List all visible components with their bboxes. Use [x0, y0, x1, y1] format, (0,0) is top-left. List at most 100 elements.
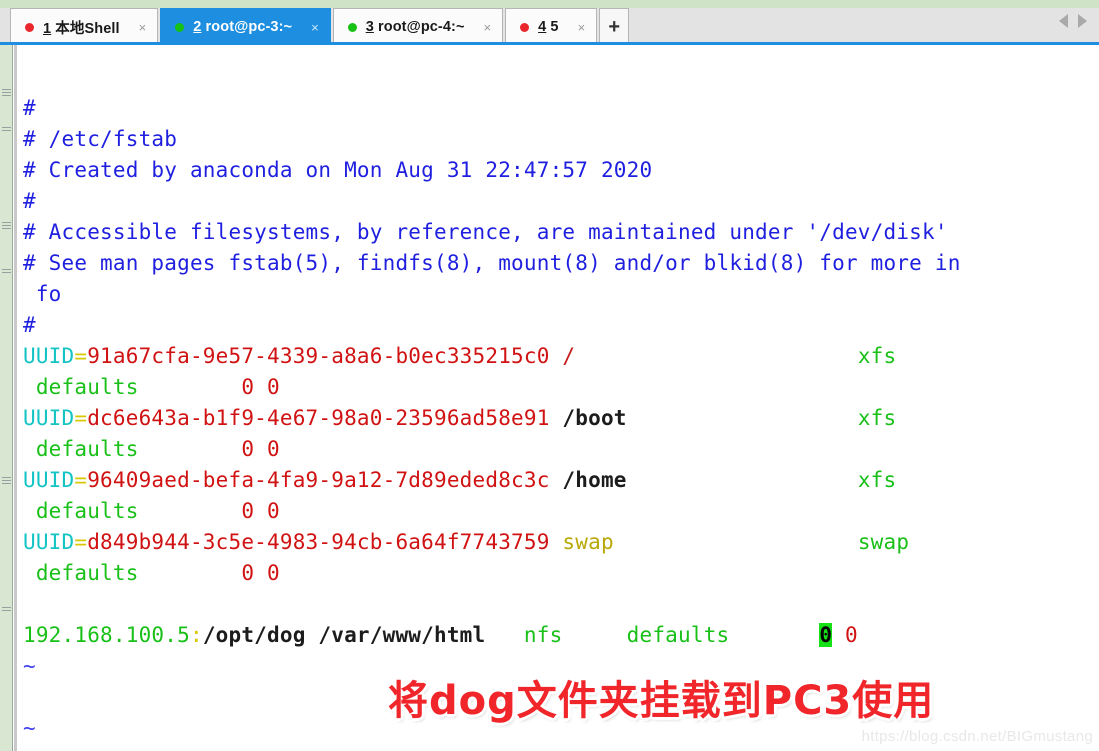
terminal-text-span — [562, 623, 626, 647]
terminal-text-span: ~ — [23, 716, 36, 740]
terminal-text-span: xfs — [857, 406, 897, 430]
tab-1[interactable]: 1 本地Shell × — [10, 8, 159, 45]
terminal-text-span: swap — [857, 530, 910, 554]
tab-close-icon[interactable]: × — [308, 21, 322, 34]
chevron-right-icon[interactable] — [1078, 14, 1087, 28]
terminal-text-span — [614, 530, 858, 554]
sidebar-glyph-icon — [1, 605, 12, 616]
terminal-text-span: # /etc/fstab — [23, 127, 178, 151]
app-window: 1 本地Shell × 2 root@pc-3:~ × 3 root@pc-4:~ × 4 … — [0, 0, 1099, 751]
terminal-text-span — [550, 468, 563, 492]
terminal-text-span: UUID — [23, 468, 75, 492]
terminal-pane[interactable]: # # /etc/fstab # Created by anaconda on Mo… — [14, 45, 1099, 751]
terminal-text-span — [550, 406, 563, 430]
terminal-line: defaults 0 0 — [23, 372, 1099, 403]
terminal-text-span — [627, 468, 858, 492]
terminal-text-span: xfs — [857, 344, 897, 368]
terminal-text-span: defaults — [626, 623, 730, 647]
terminal-text-span: 91a67cfa-9e57-4339-a8a6-b0ec335215c0 — [87, 344, 550, 368]
terminal-text-span: UUID — [23, 530, 75, 554]
terminal-text-span: 0 0 — [241, 561, 280, 585]
terminal-text-span — [139, 375, 242, 399]
terminal-text-span: 0 0 — [241, 499, 280, 523]
terminal-text-area[interactable]: # # /etc/fstab # Created by anaconda on Mo… — [23, 93, 1099, 751]
terminal-text-span — [550, 344, 563, 368]
terminal-text-span — [627, 406, 858, 430]
terminal-text-span — [485, 623, 524, 647]
terminal-line: # /etc/fstab — [23, 124, 1099, 155]
terminal-text-span — [575, 344, 858, 368]
terminal-text-span: # Accessible filesystems, by reference, … — [23, 220, 948, 244]
terminal-text-span: /home — [562, 468, 627, 492]
terminal-text-span: # — [23, 189, 36, 213]
tab-label: 4 5 — [538, 19, 559, 35]
terminal-text-span: nfs — [523, 623, 563, 647]
terminal-text-span — [729, 623, 819, 647]
terminal-text-span: dc6e643a-b1f9-4e67-98a0-23596ad58e91 — [87, 406, 550, 430]
tab-bar-top-fill — [0, 0, 1099, 8]
sidebar-glyph-icon — [1, 220, 12, 231]
terminal-text-span: 192.168.100.5 — [23, 623, 190, 647]
terminal-line: UUID=96409aed-befa-4fa9-9a12-7d89eded8c3… — [23, 465, 1099, 496]
terminal-text-span: /boot — [562, 406, 627, 430]
terminal-text-span: # — [23, 96, 36, 120]
terminal-line: defaults 0 0 — [23, 558, 1099, 589]
terminal-text-span — [306, 623, 319, 647]
terminal-text-span — [139, 437, 242, 461]
terminal-line: # See man pages fstab(5), findfs(8), mou… — [23, 248, 1099, 279]
terminal-line: # — [23, 93, 1099, 124]
terminal-text-span: defaults — [35, 375, 139, 399]
tab-status-dot — [175, 22, 185, 32]
tab-4[interactable]: 4 5 × — [505, 8, 598, 45]
tab-list: 1 本地Shell × 2 root@pc-3:~ × 3 root@pc-4:~ × 4 … — [10, 8, 630, 45]
terminal-text-span: defaults — [35, 561, 139, 585]
terminal-line: defaults 0 0 — [23, 434, 1099, 465]
terminal-text-span: defaults — [35, 499, 139, 523]
terminal-line: 192.168.100.5:/opt/dog /var/www/html nfs… — [23, 620, 1099, 651]
terminal-text-span: swap — [562, 530, 614, 554]
terminal-text-span: 96409aed-befa-4fa9-9a12-7d89eded8c3c — [87, 468, 550, 492]
terminal-text-span: UUID — [23, 344, 75, 368]
tab-close-icon[interactable]: × — [575, 21, 589, 34]
tab-label: 3 root@pc-4:~ — [365, 19, 465, 35]
terminal-line: defaults 0 0 — [23, 496, 1099, 527]
terminal-text-span: # — [23, 313, 36, 337]
terminal-text-span — [550, 530, 563, 554]
terminal-line: fo — [23, 279, 1099, 310]
tab-status-dot — [520, 22, 530, 32]
terminal-text-span: = — [74, 530, 88, 554]
terminal-text-span: xfs — [857, 468, 897, 492]
terminal-text-span — [139, 499, 242, 523]
terminal-text-span — [23, 499, 36, 523]
terminal-text-span: = — [74, 468, 88, 492]
terminal-text-span — [23, 561, 36, 585]
terminal-text-span: 0 0 — [241, 437, 280, 461]
terminal-text-span — [832, 623, 845, 647]
terminal-text-span: /opt/dog — [202, 623, 306, 647]
tab-close-icon[interactable]: × — [481, 21, 495, 34]
chevron-left-icon[interactable] — [1059, 14, 1068, 28]
tab-close-icon[interactable]: × — [136, 21, 150, 34]
terminal-text-span — [23, 437, 36, 461]
tab-label: 1 本地Shell — [43, 20, 120, 37]
terminal-line: UUID=dc6e643a-b1f9-4e67-98a0-23596ad58e9… — [23, 403, 1099, 434]
tab-scroll-controls — [1059, 14, 1087, 28]
terminal-line: UUID=d849b944-3c5e-4983-94cb-6a64f774375… — [23, 527, 1099, 558]
terminal-text-span: ~ — [23, 654, 36, 678]
terminal-text-span: /var/www/html — [318, 623, 486, 647]
terminal-text-span: d849b944-3c5e-4983-94cb-6a64f7743759 — [87, 530, 550, 554]
terminal-line: UUID=91a67cfa-9e57-4339-a8a6-b0ec335215c… — [23, 341, 1099, 372]
tab-3[interactable]: 3 root@pc-4:~ × — [332, 8, 504, 45]
sidebar-glyph-icon — [1, 125, 12, 136]
terminal-text-span: : — [189, 623, 203, 647]
terminal-line: # Created by anaconda on Mon Aug 31 22:4… — [23, 155, 1099, 186]
left-side-panel[interactable] — [0, 45, 13, 751]
tab-2[interactable]: 2 root@pc-3:~ × — [160, 8, 331, 45]
terminal-text-span: / — [562, 344, 576, 368]
terminal-line: # Accessible filesystems, by reference, … — [23, 217, 1099, 248]
new-tab-button[interactable]: + — [599, 8, 630, 45]
terminal-text-span: = — [74, 406, 88, 430]
terminal-text-span — [23, 375, 36, 399]
